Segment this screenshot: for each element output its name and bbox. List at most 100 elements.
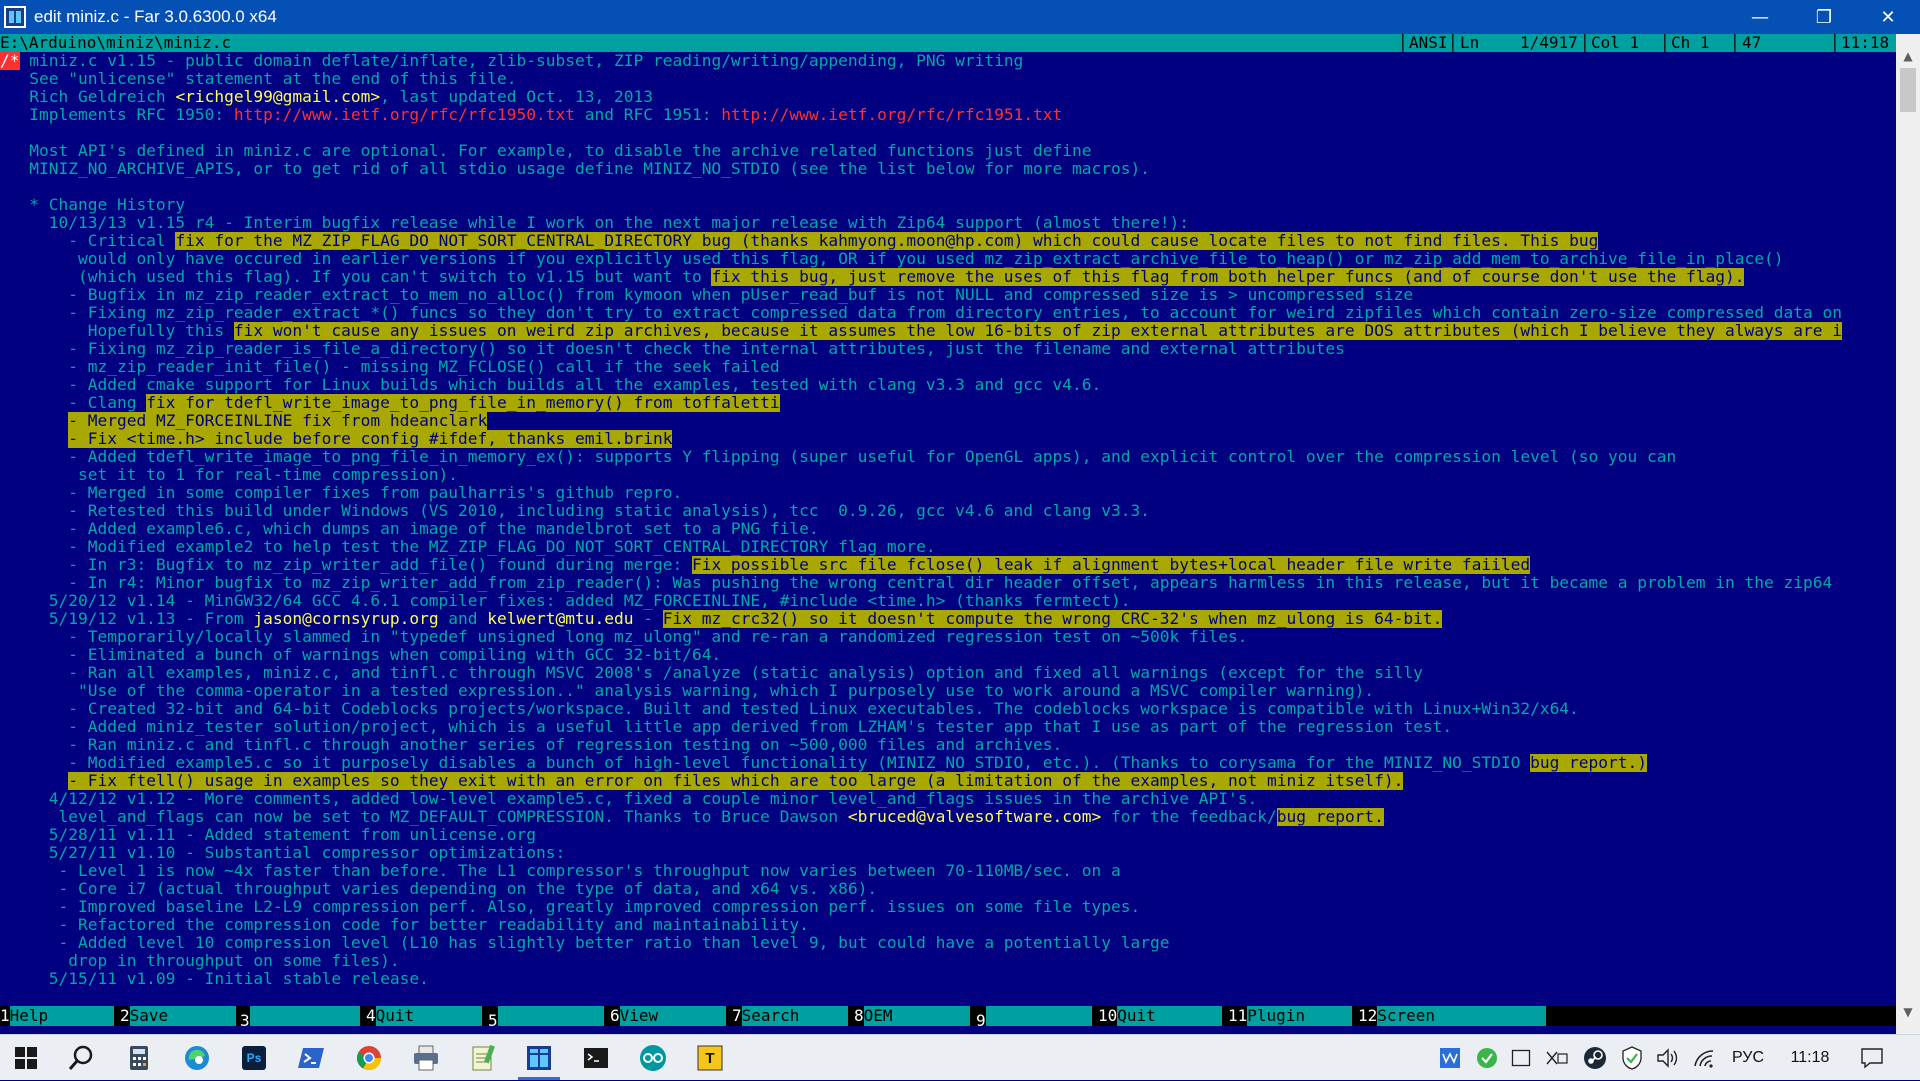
editor-line[interactable]: - Fixing mz_zip_reader_is_file_a_directo…: [0, 340, 1896, 358]
editor-line[interactable]: /* miniz.c v1.15 - public domain deflate…: [0, 52, 1896, 70]
function-key-f1[interactable]: 1Help: [0, 1006, 114, 1026]
editor-line[interactable]: [0, 178, 1896, 196]
editor-line[interactable]: - Refactored the compression code for be…: [0, 916, 1896, 934]
editor-line[interactable]: * Change History: [0, 196, 1896, 214]
photoshop-icon[interactable]: Ps: [237, 1041, 271, 1075]
editor-line[interactable]: - mz_zip_reader_init_file() - missing MZ…: [0, 358, 1896, 376]
function-key-f8[interactable]: 8OEM: [854, 1006, 970, 1026]
editor-line[interactable]: 5/19/12 v1.13 - From jason@cornsyrup.org…: [0, 610, 1896, 628]
powershell-icon[interactable]: [294, 1041, 328, 1075]
editor-line[interactable]: - Fix ftell() usage in examples so they …: [0, 772, 1896, 790]
editor-line[interactable]: - Added example6.c, which dumps an image…: [0, 520, 1896, 538]
editor-line[interactable]: - Level 1 is now ~4x faster than before.…: [0, 862, 1896, 880]
function-key-f9[interactable]: 9: [976, 1006, 1092, 1030]
editor-line[interactable]: - Critical fix for the MZ_ZIP_FLAG_DO_NO…: [0, 232, 1896, 250]
editor-line[interactable]: - Fix <time.h> include before config #if…: [0, 430, 1896, 448]
text-segment: - Added tdefl_write_image_to_png_file_in…: [0, 448, 1677, 466]
editor-line[interactable]: - Retested this build under Windows (VS …: [0, 502, 1896, 520]
start-icon[interactable]: [9, 1041, 43, 1075]
edge-icon[interactable]: [180, 1041, 214, 1075]
editor-line[interactable]: 10/13/13 v1.15 r4 - Interim bugfix relea…: [0, 214, 1896, 232]
editor-line[interactable]: would only have occured in earlier versi…: [0, 250, 1896, 268]
editor-line[interactable]: "Use of the comma-operator in a tested e…: [0, 682, 1896, 700]
steam-icon[interactable]: [1581, 1035, 1609, 1081]
chrome-icon[interactable]: [352, 1041, 386, 1075]
window-icon[interactable]: [1508, 1035, 1534, 1081]
function-key-f11[interactable]: 11Plugin: [1228, 1006, 1352, 1026]
function-key-f3[interactable]: 3: [240, 1006, 360, 1030]
editor-line[interactable]: - Created 32-bit and 64-bit Codeblocks p…: [0, 700, 1896, 718]
editor-line[interactable]: - Core i7 (actual throughput varies depe…: [0, 880, 1896, 898]
codepage-indicator[interactable]: ANSI: [1409, 34, 1448, 52]
editor-line[interactable]: - Added tdefl_write_image_to_png_file_in…: [0, 448, 1896, 466]
calculator-icon[interactable]: [122, 1041, 156, 1075]
function-key-f7[interactable]: 7Search: [732, 1006, 848, 1026]
check-status-icon[interactable]: [1474, 1035, 1500, 1081]
printer-icon[interactable]: [409, 1041, 443, 1075]
scroll-down-icon[interactable]: ▼: [1896, 1000, 1920, 1024]
editor-line[interactable]: - Modified example5.c so it purposely di…: [0, 754, 1896, 772]
editor-line[interactable]: - Bugfix in mz_zip_reader_extract_to_mem…: [0, 286, 1896, 304]
maximize-button[interactable]: ❐: [1792, 0, 1856, 34]
editor-line[interactable]: - In r4: Minor bugfix to mz_zip_writer_a…: [0, 574, 1896, 592]
editor-line[interactable]: level_and_flags can now be set to MZ_DEF…: [0, 808, 1896, 826]
editor-line[interactable]: - Merged in some compiler fixes from pau…: [0, 484, 1896, 502]
terminal-icon[interactable]: [579, 1041, 613, 1075]
editor-line[interactable]: 5/28/11 v1.11 - Added statement from unl…: [0, 826, 1896, 844]
function-key-f6[interactable]: 6View: [610, 1006, 726, 1026]
editor-line[interactable]: - Added level 10 compression level (L10 …: [0, 934, 1896, 952]
audio-waves-icon[interactable]: [1436, 1035, 1464, 1081]
editor-line[interactable]: - Added miniz_tester solution/project, w…: [0, 718, 1896, 736]
editor-line[interactable]: Most API's defined in miniz.c are option…: [0, 142, 1896, 160]
close-button[interactable]: ✕: [1856, 0, 1920, 34]
function-key-f2[interactable]: 2Save: [120, 1006, 236, 1026]
vertical-scrollbar[interactable]: ▲ ▼: [1896, 34, 1920, 1034]
notepad-icon[interactable]: [466, 1041, 500, 1075]
taskbar-clock[interactable]: 11:18: [1782, 1035, 1838, 1081]
editor-line[interactable]: - Modified example2 to help test the MZ_…: [0, 538, 1896, 556]
editor-line[interactable]: MINIZ_NO_ARCHIVE_APIS, or to get rid of …: [0, 160, 1896, 178]
editor-line[interactable]: - Ran all examples, miniz.c, and tinfl.c…: [0, 664, 1896, 682]
editor-line[interactable]: - Ran miniz.c and tinfl.c through anothe…: [0, 736, 1896, 754]
editor-line[interactable]: - Eliminated a bunch of warnings when co…: [0, 646, 1896, 664]
editor-line[interactable]: - Improved baseline L2-L9 compression pe…: [0, 898, 1896, 916]
volume-icon[interactable]: [1654, 1035, 1682, 1081]
scroll-thumb[interactable]: [1900, 68, 1916, 112]
function-key-f12[interactable]: 12Screen: [1358, 1006, 1546, 1026]
editor-line[interactable]: 5/27/11 v1.10 - Substantial compressor o…: [0, 844, 1896, 862]
editor-line[interactable]: Implements RFC 1950: http://www.ietf.org…: [0, 106, 1896, 124]
editor-line[interactable]: Rich Geldreich <richgel99@gmail.com>, la…: [0, 88, 1896, 106]
editor-line[interactable]: drop in throughput on some files).: [0, 952, 1896, 970]
editor-line[interactable]: set it to 1 for real-time compression).: [0, 466, 1896, 484]
editor-line[interactable]: [0, 124, 1896, 142]
wifi-icon[interactable]: [1690, 1035, 1718, 1081]
editor-line[interactable]: 4/12/12 v1.12 - More comments, added low…: [0, 790, 1896, 808]
function-key-f5[interactable]: 5: [488, 1006, 604, 1030]
editor-line[interactable]: - Clang fix for tdefl_write_image_to_png…: [0, 394, 1896, 412]
editor-line[interactable]: - Temporarily/locally slammed in "typede…: [0, 628, 1896, 646]
far-manager-icon[interactable]: [522, 1041, 556, 1075]
notifications-icon[interactable]: [1854, 1035, 1890, 1081]
editor-line[interactable]: - In r3: Bugfix to mz_zip_writer_add_fil…: [0, 556, 1896, 574]
arduino-icon[interactable]: [636, 1041, 670, 1075]
editor-line[interactable]: (which used this flag). If you can't swi…: [0, 268, 1896, 286]
editor-line[interactable]: See "unlicense" statement at the end of …: [0, 70, 1896, 88]
function-key-f4[interactable]: 4Quit: [366, 1006, 482, 1026]
typora-icon[interactable]: T: [693, 1041, 727, 1075]
scroll-up-icon[interactable]: ▲: [1896, 44, 1920, 68]
editor-line[interactable]: Hopefully this fix won't cause any issue…: [0, 322, 1896, 340]
function-key-f10[interactable]: 10Quit: [1098, 1006, 1222, 1026]
minimize-button[interactable]: —: [1728, 0, 1792, 34]
input-method-icon[interactable]: [1543, 1035, 1571, 1081]
security-shield-icon[interactable]: [1618, 1035, 1646, 1081]
editor-line[interactable]: 5/15/11 v1.09 - Initial stable release.: [0, 970, 1896, 988]
editor-line[interactable]: 5/20/12 v1.14 - MinGW32/64 GCC 4.6.1 com…: [0, 592, 1896, 610]
language-indicator[interactable]: РУС: [1726, 1035, 1770, 1081]
editor-text-area[interactable]: /* miniz.c v1.15 - public domain deflate…: [0, 52, 1896, 1006]
editor-line[interactable]: - Added cmake support for Linux builds w…: [0, 376, 1896, 394]
function-key-number: 3: [240, 1011, 250, 1030]
editor-line[interactable]: - Fixing mz_zip_reader_extract_*() funcs…: [0, 304, 1896, 322]
search-icon[interactable]: [64, 1041, 98, 1075]
status-separator: │: [1660, 34, 1670, 52]
editor-line[interactable]: - Merged MZ_FORCEINLINE fix from hdeancl…: [0, 412, 1896, 430]
